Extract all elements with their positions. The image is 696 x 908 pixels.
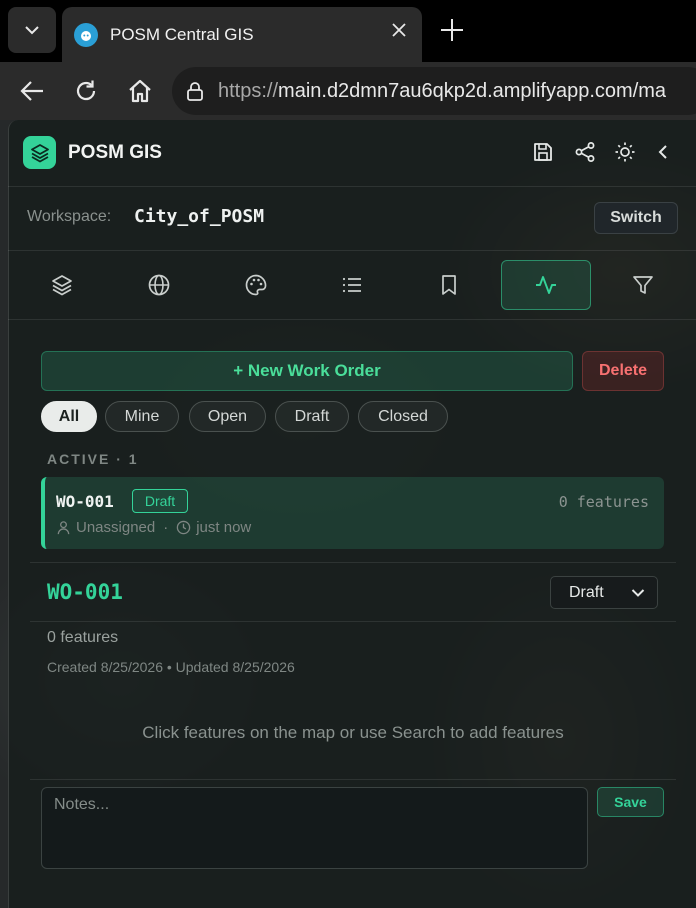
save-icon[interactable] bbox=[531, 140, 555, 164]
plus-icon[interactable] bbox=[438, 16, 466, 49]
detail-feature-count: 0 features bbox=[47, 629, 119, 646]
workspace-name: City_of_POSM bbox=[134, 206, 265, 227]
divider bbox=[8, 250, 696, 251]
app-title: POSM GIS bbox=[68, 142, 162, 163]
close-icon[interactable] bbox=[390, 21, 408, 44]
divider bbox=[8, 186, 696, 187]
status-badge: Draft bbox=[132, 489, 188, 513]
layers-icon bbox=[30, 143, 49, 163]
work-order-card[interactable] bbox=[41, 477, 664, 549]
status-select[interactable]: Draft bbox=[550, 576, 658, 609]
filter-chip-closed[interactable]: Closed bbox=[358, 401, 448, 432]
feature-count: 0 features bbox=[558, 493, 649, 511]
empty-state-message: Click features on the map or use Search … bbox=[142, 723, 564, 742]
home-icon[interactable] bbox=[126, 77, 154, 105]
url-field[interactable]: https://main.d2dmn7au6qkp2d.amplifyapp.c… bbox=[172, 67, 696, 115]
sun-icon[interactable] bbox=[613, 140, 637, 164]
browser-tab-strip: POSM Central GIS bbox=[0, 0, 696, 62]
chevron-down-icon bbox=[631, 589, 645, 597]
palette-icon[interactable] bbox=[243, 272, 269, 298]
divider bbox=[30, 779, 676, 780]
divider bbox=[8, 319, 696, 320]
filter-chip-draft[interactable]: Draft bbox=[275, 401, 349, 432]
section-label: ACTIVE · 1 bbox=[47, 451, 139, 467]
save-notes-button[interactable]: Save bbox=[597, 787, 664, 817]
new-work-order-button[interactable]: + New Work Order bbox=[41, 351, 573, 391]
user-icon bbox=[57, 521, 70, 535]
assignee: Unassigned bbox=[76, 519, 156, 536]
delete-button[interactable]: Delete bbox=[582, 351, 664, 391]
browser-tab[interactable]: POSM Central GIS bbox=[62, 7, 422, 62]
filter-chip-mine[interactable]: Mine bbox=[105, 401, 179, 432]
url-text: https://main.d2dmn7au6qkp2d.amplifyapp.c… bbox=[218, 79, 667, 102]
workspace-label: Workspace: bbox=[27, 208, 112, 225]
filter-icon[interactable] bbox=[630, 272, 656, 298]
switch-workspace-button[interactable]: Switch bbox=[594, 202, 678, 234]
address-bar: https://main.d2dmn7au6qkp2d.amplifyapp.c… bbox=[0, 62, 696, 120]
list-icon[interactable] bbox=[339, 272, 365, 298]
divider bbox=[30, 562, 676, 563]
chevron-down-icon bbox=[25, 26, 39, 35]
work-order-meta: Unassigned · just now bbox=[56, 519, 251, 536]
detail-title: WO-001 bbox=[47, 580, 123, 604]
tab-title: POSM Central GIS bbox=[110, 24, 254, 44]
globe-icon[interactable] bbox=[146, 272, 172, 298]
lock-icon[interactable] bbox=[186, 81, 204, 101]
bookmark-icon[interactable] bbox=[436, 272, 462, 298]
share-icon[interactable] bbox=[573, 140, 597, 164]
work-order-id: WO-001 bbox=[56, 492, 114, 511]
notes-field[interactable] bbox=[41, 787, 588, 869]
reload-icon[interactable] bbox=[72, 77, 100, 105]
chevron-left-icon[interactable] bbox=[651, 140, 675, 164]
back-arrow-icon[interactable] bbox=[18, 77, 46, 105]
activity-icon[interactable] bbox=[533, 272, 559, 298]
divider bbox=[30, 621, 676, 622]
layers-icon[interactable] bbox=[49, 272, 75, 298]
logo bbox=[23, 136, 56, 169]
filter-chip-open[interactable]: Open bbox=[189, 401, 266, 432]
created-updated-dates: Created 8/25/2026 • Updated 8/25/2026 bbox=[47, 659, 295, 675]
timestamp: just now bbox=[196, 519, 252, 536]
tab-list-button[interactable] bbox=[8, 7, 56, 53]
clock-icon bbox=[176, 520, 191, 535]
favicon-icon bbox=[74, 22, 98, 47]
filter-chip-all[interactable]: All bbox=[41, 401, 97, 432]
